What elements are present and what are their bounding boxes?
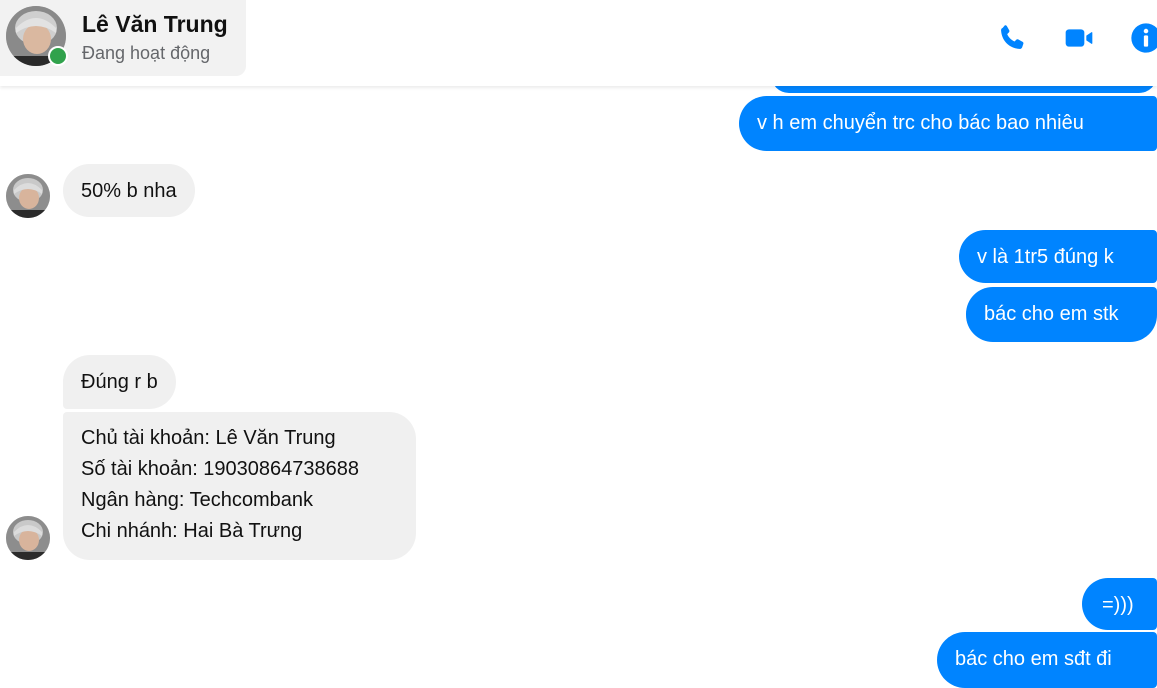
phone-icon[interactable] (996, 22, 1028, 54)
conversation-header: Lê Văn Trung Đang hoạt động (0, 0, 1157, 86)
message-bubble-outgoing[interactable]: v h em chuyển trc cho bác bao nhiêu (739, 96, 1157, 151)
message-bubble-account-info[interactable]: Chủ tài khoản: Lê Văn Trung Số tài khoản… (63, 412, 416, 560)
contact-status: Đang hoạt động (82, 43, 211, 63)
message-bubble-outgoing[interactable]: =))) (1082, 578, 1157, 630)
contact-name: Lê Văn Trung (82, 11, 228, 37)
message-bubble-incoming[interactable]: 50% b nha (63, 164, 195, 217)
contact-avatar-small[interactable] (6, 174, 50, 218)
message-bubble-outgoing[interactable]: v là 1tr5 đúng k (959, 230, 1157, 283)
message-list[interactable]: v h em chuyển trc cho bác bao nhiêu 50% … (0, 0, 1157, 688)
contact-info[interactable]: Lê Văn Trung Đang hoạt động (0, 0, 246, 76)
message-bubble-incoming[interactable]: Đúng r b (63, 355, 176, 409)
message-bubble-outgoing[interactable]: bác cho em sđt đi (937, 632, 1157, 688)
contact-avatar-small[interactable] (6, 516, 50, 560)
video-camera-icon[interactable] (1063, 22, 1095, 54)
online-status-indicator (48, 46, 68, 66)
info-icon[interactable] (1130, 22, 1157, 54)
message-bubble-outgoing[interactable]: bác cho em stk (966, 287, 1157, 342)
